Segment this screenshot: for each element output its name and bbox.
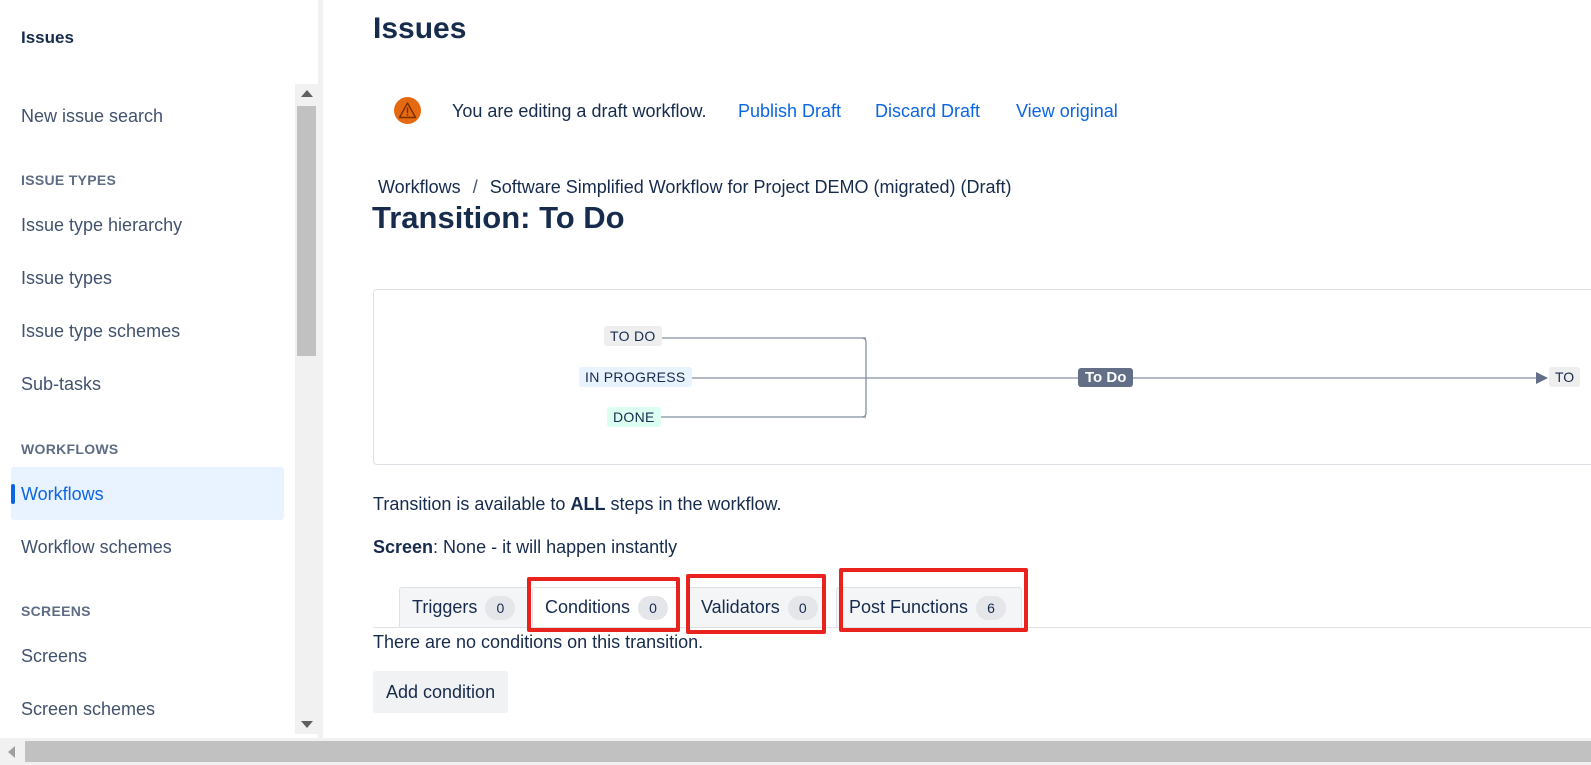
availability-text: Transition is available to ALL steps in … — [373, 494, 782, 515]
sidebar-section-screens: SCREENS — [21, 603, 91, 619]
status-in-progress: IN PROGRESS — [579, 367, 692, 387]
sidebar-item-new-issue-search[interactable]: New issue search — [21, 106, 163, 127]
status-target: TO — [1549, 367, 1581, 387]
horizontal-scrollbar-thumb[interactable] — [25, 741, 1591, 762]
tab-validators[interactable]: Validators 0 — [688, 587, 824, 627]
horizontal-scrollbar[interactable] — [0, 738, 1591, 765]
breadcrumb-current: Software Simplified Workflow for Project… — [489, 177, 1012, 197]
sidebar-section-issue-types: ISSUE TYPES — [21, 172, 117, 188]
warning-icon — [394, 97, 421, 124]
transition-title: Transition: To Do — [372, 200, 625, 235]
tab-conditions[interactable]: Conditions 0 — [532, 587, 680, 627]
sidebar-item-issue-type-hierarchy[interactable]: Issue type hierarchy — [21, 215, 182, 236]
publish-draft-link[interactable]: Publish Draft — [738, 101, 841, 122]
sidebar-scrollbar[interactable] — [295, 84, 318, 734]
tab-count-badge: 0 — [485, 595, 516, 620]
sidebar-divider[interactable] — [318, 0, 323, 738]
availability-suffix: steps in the workflow. — [610, 494, 782, 514]
sidebar-active-indicator — [11, 484, 15, 504]
tab-label: Validators — [701, 597, 780, 617]
sidebar-item-workflows[interactable]: Workflows — [21, 484, 104, 505]
sidebar-item-screen-schemes[interactable]: Screen schemes — [21, 699, 155, 720]
scroll-down-arrow-icon[interactable] — [301, 721, 313, 728]
add-condition-button[interactable]: Add condition — [373, 671, 509, 713]
scroll-up-arrow-icon[interactable] — [301, 90, 313, 97]
status-todo: TO DO — [604, 326, 662, 346]
sidebar-section-workflows: WORKFLOWS — [21, 441, 119, 457]
availability-prefix: Transition is available to — [373, 494, 566, 514]
no-conditions-message: There are no conditions on this transiti… — [373, 632, 704, 652]
tab-label: Conditions — [545, 597, 631, 617]
draft-warning-message: You are editing a draft workflow. — [452, 101, 707, 121]
availability-emphasis: ALL — [570, 494, 606, 514]
sidebar-item-screens[interactable]: Screens — [21, 646, 87, 667]
sidebar-scrollbar-thumb[interactable] — [297, 106, 316, 356]
arrow-head-icon — [1536, 372, 1548, 384]
view-original-link[interactable]: View original — [1016, 101, 1118, 122]
tab-count-badge: 0 — [638, 595, 669, 620]
sidebar-item-issue-type-schemes[interactable]: Issue type schemes — [21, 321, 180, 342]
tab-label: Post Functions — [849, 597, 969, 617]
status-done: DONE — [607, 407, 661, 427]
tabs-baseline — [373, 627, 1591, 628]
tab-count-badge: 0 — [787, 595, 818, 620]
discard-draft-link[interactable]: Discard Draft — [875, 101, 980, 122]
tab-count-badge: 6 — [976, 595, 1007, 620]
screen-info: Screen: None - it will happen instantly — [373, 537, 677, 558]
screen-value: : None - it will happen instantly — [433, 537, 678, 557]
tab-post-functions[interactable]: Post Functions 6 — [836, 587, 1022, 627]
sidebar-item-workflow-schemes[interactable]: Workflow schemes — [21, 537, 172, 558]
diagram-connectors — [661, 337, 1548, 418]
tab-triggers[interactable]: Triggers 0 — [399, 587, 530, 627]
scroll-left-arrow-icon[interactable] — [8, 746, 15, 758]
screen-label: Screen — [373, 537, 434, 557]
sidebar-item-sub-tasks[interactable]: Sub-tasks — [21, 374, 101, 395]
sidebar-item-issue-types[interactable]: Issue types — [21, 268, 112, 289]
sidebar-title: Issues — [21, 28, 74, 47]
sidebar: Issues New issue search ISSUE TYPES Issu… — [0, 0, 318, 738]
page-title: Issues — [373, 12, 467, 45]
breadcrumb: Workflows / Software Simplified Workflow f… — [378, 177, 1012, 198]
transition-diagram: TO DO IN PROGRESS DONE To Do TO — [373, 289, 1591, 465]
breadcrumb-separator: / — [472, 177, 478, 197]
breadcrumb-workflows-link[interactable]: Workflows — [378, 177, 461, 197]
transition-label: To Do — [1078, 368, 1134, 387]
tab-label: Triggers — [412, 597, 478, 617]
